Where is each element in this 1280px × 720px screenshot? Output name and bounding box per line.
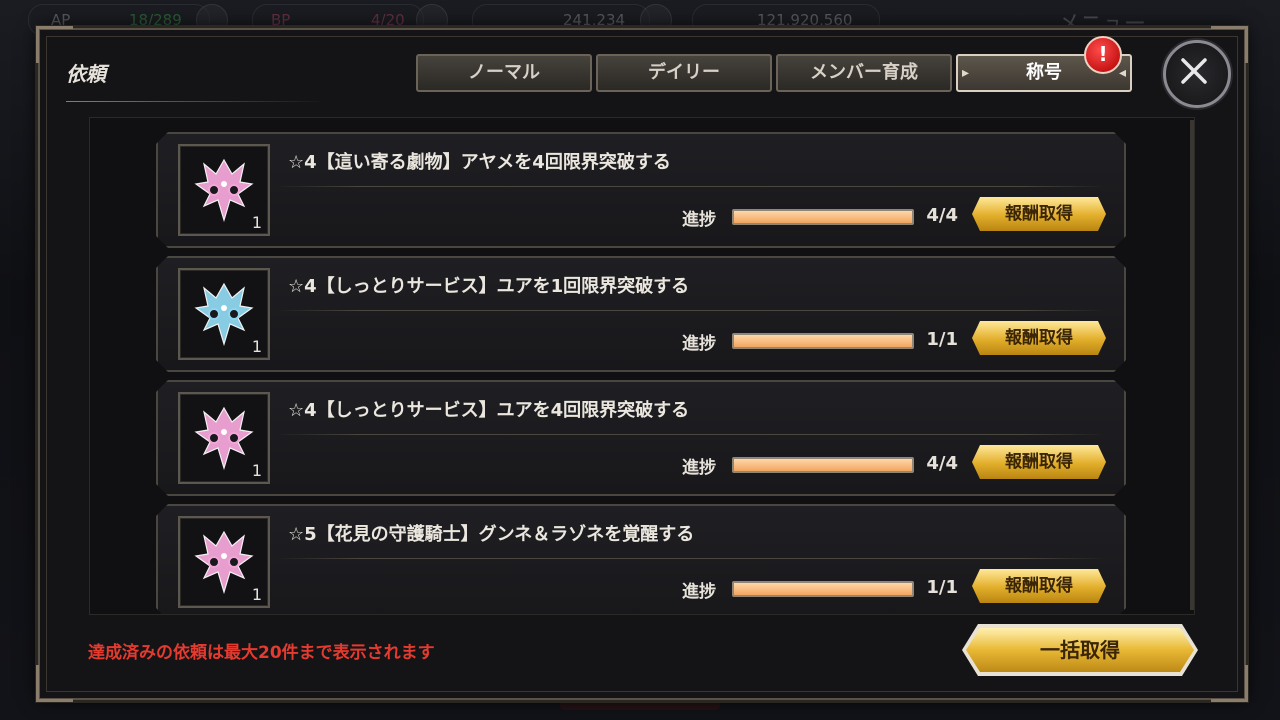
emblem-count: 1 bbox=[251, 461, 262, 480]
quest-row: 1 ☆5【花見の守護騎士】グンネ＆ラゾネを覚醒する 進捗 1/1 報酬取得 bbox=[156, 504, 1126, 615]
chevron-right-icon: ▸ bbox=[962, 65, 970, 81]
progress-fill bbox=[734, 459, 912, 471]
progress-fill bbox=[734, 583, 912, 595]
close-button[interactable] bbox=[1163, 40, 1231, 108]
crest-icon bbox=[188, 278, 260, 350]
quest-divider bbox=[276, 186, 1106, 187]
quest-divider bbox=[276, 310, 1106, 311]
emblem-count: 1 bbox=[251, 337, 262, 356]
claim-reward-button[interactable]: 報酬取得 bbox=[972, 321, 1106, 355]
claim-reward-button[interactable]: 報酬取得 bbox=[972, 197, 1106, 231]
tab-member-training[interactable]: メンバー育成 bbox=[776, 54, 952, 92]
quest-title: ☆4【這い寄る劇物】アヤメを4回限界突破する bbox=[288, 152, 671, 173]
collect-all-button[interactable]: 一括取得 bbox=[966, 628, 1194, 672]
frame-corner-ornament bbox=[36, 665, 73, 702]
crest-icon bbox=[188, 154, 260, 226]
emblem-count: 1 bbox=[251, 213, 262, 232]
tab-normal[interactable]: ノーマル bbox=[416, 54, 592, 92]
quest-row: 1 ☆4【しっとりサービス】ユアを4回限界突破する 進捗 4/4 報酬取得 bbox=[156, 380, 1126, 496]
limit-note: 達成済みの依頼は最大20件まで表示されます bbox=[88, 643, 435, 663]
crest-icon bbox=[188, 526, 260, 598]
progress-count: 1/1 bbox=[926, 329, 958, 350]
title-emblem-icon[interactable]: 1 bbox=[178, 268, 270, 360]
progress-fill bbox=[734, 211, 912, 223]
progress-count: 1/1 bbox=[926, 577, 958, 598]
progress-label: 進捗 bbox=[682, 582, 716, 602]
progress-bar bbox=[732, 581, 914, 597]
progress-count: 4/4 bbox=[926, 205, 958, 226]
title-divider bbox=[66, 101, 326, 102]
frame-corner-ornament bbox=[1211, 665, 1248, 702]
tab-title-label: 称号 bbox=[1026, 62, 1062, 83]
progress-label: 進捗 bbox=[682, 458, 716, 478]
crest-icon bbox=[188, 402, 260, 474]
quest-title: ☆4【しっとりサービス】ユアを1回限界突破する bbox=[288, 276, 690, 297]
title-emblem-icon[interactable]: 1 bbox=[178, 516, 270, 608]
progress-fill bbox=[734, 335, 912, 347]
tab-daily[interactable]: デイリー bbox=[596, 54, 772, 92]
progress-count: 4/4 bbox=[926, 453, 958, 474]
claim-reward-button[interactable]: 報酬取得 bbox=[972, 445, 1106, 479]
quest-title: ☆5【花見の守護騎士】グンネ＆ラゾネを覚醒する bbox=[288, 524, 695, 545]
alert-icon: ! bbox=[1084, 36, 1122, 74]
title-emblem-icon[interactable]: 1 bbox=[178, 392, 270, 484]
close-icon bbox=[1181, 58, 1207, 84]
quest-row: 1 ☆4【しっとりサービス】ユアを1回限界突破する 進捗 1/1 報酬取得 bbox=[156, 256, 1126, 372]
scrollbar[interactable] bbox=[1190, 120, 1194, 610]
emblem-count: 1 bbox=[251, 585, 262, 604]
progress-bar bbox=[732, 457, 914, 473]
quest-divider bbox=[276, 558, 1106, 559]
quest-row: 1 ☆4【這い寄る劇物】アヤメを4回限界突破する 進捗 4/4 報酬取得 bbox=[156, 132, 1126, 248]
progress-bar bbox=[732, 209, 914, 225]
progress-bar bbox=[732, 333, 914, 349]
progress-label: 進捗 bbox=[682, 334, 716, 354]
progress-label: 進捗 bbox=[682, 210, 716, 230]
title-emblem-icon[interactable]: 1 bbox=[178, 144, 270, 236]
quest-divider bbox=[276, 434, 1106, 435]
panel-title: 依頼 bbox=[66, 62, 106, 86]
quest-list[interactable]: 1 ☆4【這い寄る劇物】アヤメを4回限界突破する 進捗 4/4 報酬取得 1 ☆… bbox=[89, 117, 1195, 615]
quest-title: ☆4【しっとりサービス】ユアを4回限界突破する bbox=[288, 400, 690, 421]
claim-reward-button[interactable]: 報酬取得 bbox=[972, 569, 1106, 603]
